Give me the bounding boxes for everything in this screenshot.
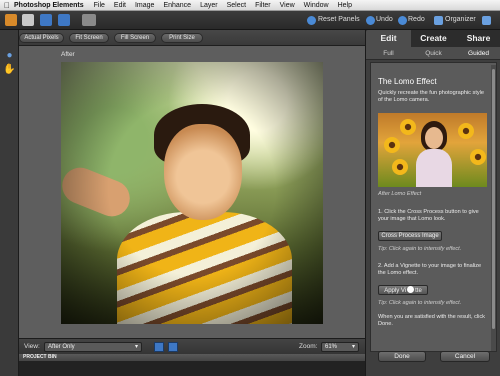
content-scrollbar[interactable] <box>491 65 496 351</box>
tab-create[interactable]: Create <box>411 30 456 47</box>
preview-body <box>416 149 452 187</box>
menu-layer[interactable]: Layer <box>200 2 218 9</box>
reset-panels-button[interactable]: Reset Panels <box>318 16 360 23</box>
actual-pixels-button[interactable]: Actual Pixels <box>19 33 64 43</box>
menu-select[interactable]: Select <box>227 2 246 9</box>
view-select-value: After Only <box>48 344 75 350</box>
menu-filter[interactable]: Filter <box>255 2 271 9</box>
flower <box>470 149 486 165</box>
view-label: View: <box>24 343 40 350</box>
redo-icon[interactable] <box>398 16 407 25</box>
menu-edit[interactable]: Edit <box>114 2 126 9</box>
view-select[interactable]: After Only ▾ <box>44 342 142 352</box>
fill-screen-button[interactable]: Fill Screen <box>114 33 156 43</box>
flower <box>392 159 408 175</box>
document-label: After <box>61 51 75 58</box>
apply-vignette-label: Apply Vi <box>384 288 407 294</box>
cross-process-button[interactable]: Cross Process Image <box>378 231 442 241</box>
done-button[interactable]: Done <box>378 351 426 362</box>
preview-caption: After Lomo Effect <box>378 191 422 197</box>
organizer-button[interactable]: Organizer <box>445 16 476 23</box>
menu-enhance[interactable]: Enhance <box>163 2 191 9</box>
undo-button[interactable]: Undo <box>376 16 393 23</box>
menu-help[interactable]: Help <box>338 2 352 9</box>
subtab-guided[interactable]: Guided <box>456 47 500 59</box>
zoom-tool-icon[interactable]: ● <box>3 50 16 62</box>
project-bin-header[interactable]: PROJECT BIN <box>19 354 365 361</box>
workspace-icon[interactable] <box>482 16 491 25</box>
hand-tool-icon[interactable]: ✋ <box>3 64 16 76</box>
step1-tip: Tip: Click again to intensify effect. <box>378 246 462 252</box>
document-area: After <box>19 46 365 338</box>
status-bar: View: After Only ▾ Zoom: 61% ▾ <box>19 338 365 354</box>
flower <box>458 123 474 139</box>
tools-panel: ● ✋ <box>0 30 19 376</box>
step2-text: 2. Add a Vignette to your image to final… <box>378 263 482 276</box>
app-name-menu[interactable]: Photoshop Elements <box>14 2 84 9</box>
zoom-select[interactable]: 61% ▾ <box>321 342 359 352</box>
closing-text: When you are satisfied with the result, … <box>378 314 485 327</box>
undo-icon[interactable] <box>366 16 375 25</box>
chevron-down-icon: ▾ <box>351 344 355 350</box>
apply-vignette-label-end: tte <box>415 288 422 294</box>
menu-view[interactable]: View <box>280 2 295 9</box>
layout-vertical-icon[interactable] <box>168 342 178 352</box>
menu-window[interactable]: Window <box>304 2 329 9</box>
flower <box>384 137 400 153</box>
menu-image[interactable]: Image <box>135 2 154 9</box>
photo-vignette <box>61 62 323 324</box>
print-size-button[interactable]: Print Size <box>161 33 203 43</box>
guided-intro: Quickly recreate the fun photographic st… <box>378 90 485 103</box>
photo-canvas[interactable] <box>61 62 323 324</box>
tab-share[interactable]: Share <box>456 30 500 47</box>
panel-tabs: Edit Create Share <box>366 30 500 47</box>
menu-file[interactable]: File <box>94 2 105 9</box>
tab-edit[interactable]: Edit <box>366 30 411 47</box>
menu-bar:  Photoshop Elements File Edit Image Enh… <box>0 0 500 11</box>
zoom-label: Zoom: <box>299 343 318 350</box>
cancel-button[interactable]: Cancel <box>440 351 490 362</box>
preview-thumbnail <box>378 113 487 187</box>
step2-tip: Tip: Click again to intensify effect. <box>378 300 462 306</box>
redo-button[interactable]: Redo <box>408 16 425 23</box>
preview-face <box>425 127 443 149</box>
zoom-value: 61% <box>325 344 338 350</box>
new-icon[interactable] <box>5 14 17 26</box>
layout-horizontal-icon[interactable] <box>154 342 164 352</box>
project-bin: PROJECT BIN <box>19 354 365 376</box>
guided-title: The Lomo Effect <box>378 77 437 86</box>
right-panel: Edit Create Share Full Quick Guided The … <box>365 30 500 376</box>
chevron-down-icon: ▾ <box>134 344 138 350</box>
layout-icon[interactable] <box>82 14 96 26</box>
reset-panels-icon[interactable] <box>307 16 316 25</box>
scrollbar-thumb[interactable] <box>492 69 495 329</box>
fit-screen-button[interactable]: Fit Screen <box>69 33 109 43</box>
open-icon[interactable] <box>22 14 34 26</box>
print-icon[interactable] <box>58 14 70 26</box>
subtab-full[interactable]: Full <box>366 47 411 59</box>
subtab-quick[interactable]: Quick <box>411 47 456 59</box>
apple-icon[interactable]:  <box>0 1 14 10</box>
apply-vignette-button[interactable]: Apply Vi tte <box>378 285 428 295</box>
tool-options-bar: Actual Pixels Fit Screen Fill Screen Pri… <box>19 30 365 46</box>
save-icon[interactable] <box>40 14 52 26</box>
flower <box>400 119 416 135</box>
guided-content: The Lomo Effect Quickly recreate the fun… <box>370 62 497 352</box>
cursor-icon <box>407 286 415 293</box>
organizer-icon[interactable] <box>434 16 443 25</box>
top-toolbar: Reset Panels Undo Redo Organizer <box>0 11 500 30</box>
step1-text: 1. Click the Cross Process button to giv… <box>378 209 479 222</box>
panel-subtabs: Full Quick Guided <box>366 47 500 60</box>
